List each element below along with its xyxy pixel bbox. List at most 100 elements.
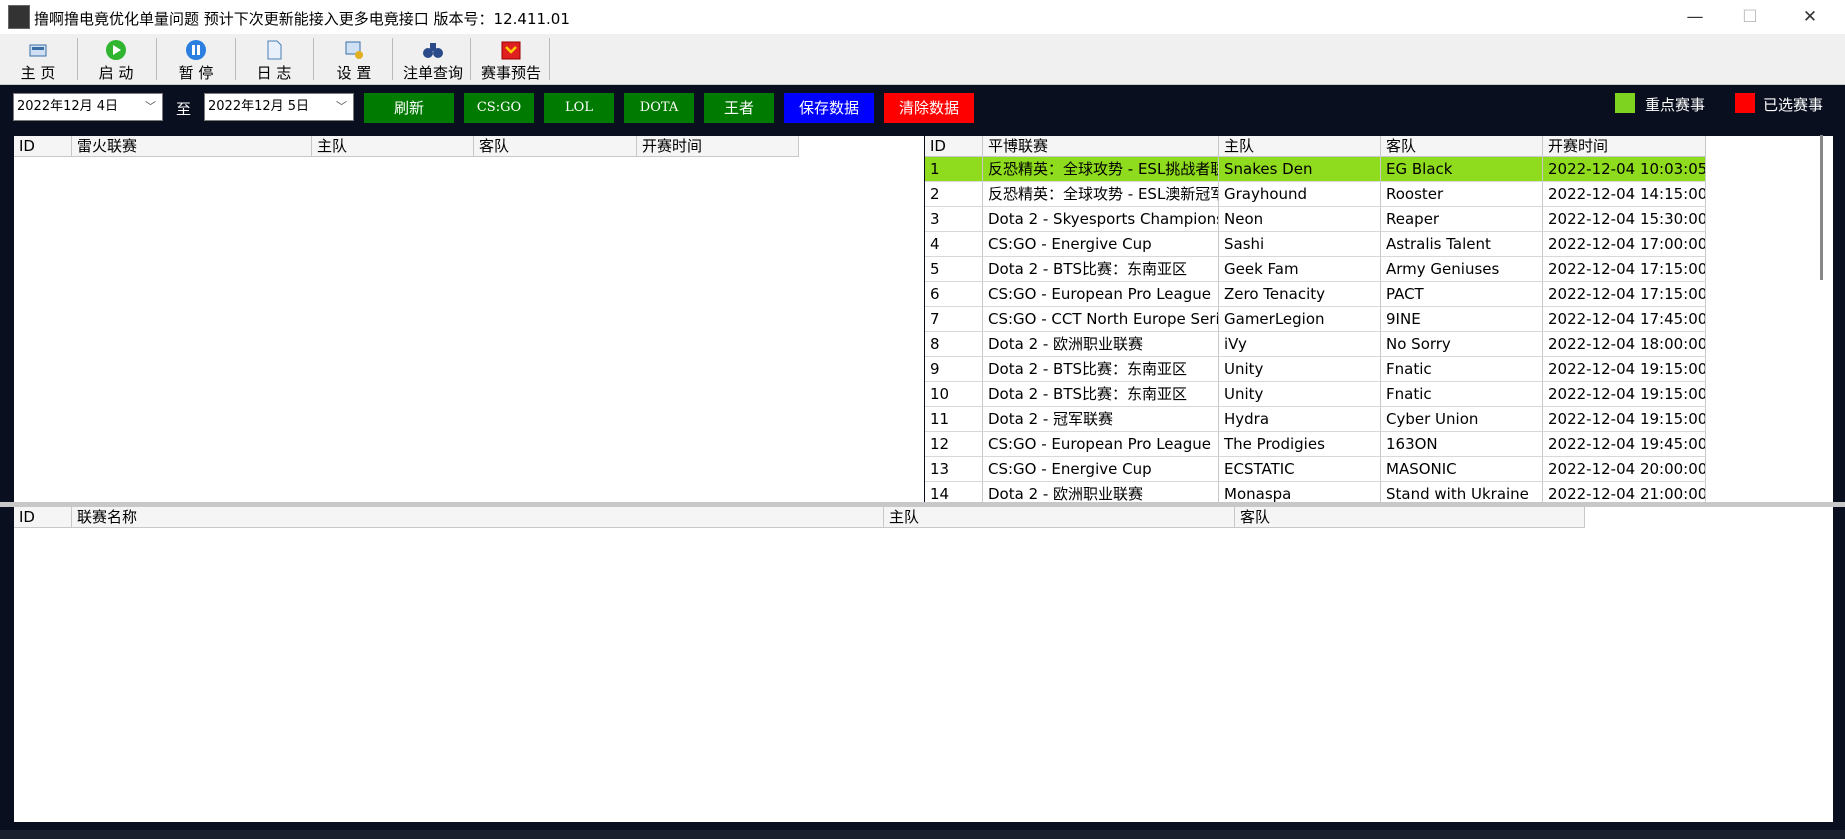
cell-league: 反恐精英：全球攻势 - ESL澳新冠军 [983, 182, 1219, 207]
column-header[interactable]: 主队 [312, 136, 474, 157]
csgo-filter-button[interactable]: CS:GO [464, 93, 534, 123]
cell-start-time: 2022-12-04 10:03:05 [1543, 157, 1706, 182]
log-button[interactable]: 日 志 [238, 36, 310, 82]
cell-away: MASONIC [1381, 457, 1543, 482]
league-table: ID 联赛名称 主队 客队 [14, 507, 1833, 822]
document-icon [267, 40, 282, 60]
toolbar-separator [392, 38, 393, 80]
table-row[interactable]: 8 Dota 2 - 欧洲职业联赛 iVy No Sorry 2022-12-04 18… [925, 332, 1706, 357]
column-header[interactable]: 联赛名称 [72, 507, 884, 528]
cell-home: iVy [1219, 332, 1381, 357]
table-row[interactable]: 10 Dota 2 - BTS比赛：东南亚区 Unity Fnatic 2022-12-… [925, 382, 1706, 407]
table-row[interactable]: 13 CS:GO - Energive Cup ECSTATIC MASONIC 202… [925, 457, 1706, 482]
refresh-button[interactable]: 刷新 [364, 93, 454, 123]
cell-away: 163ON [1381, 432, 1543, 457]
table-row[interactable]: 1 反恐精英：全球攻势 - ESL挑战者联 Snakes Den EG Black 20… [925, 157, 1706, 182]
column-header[interactable]: 客队 [1235, 507, 1585, 528]
cell-league: Dota 2 - 冠军联赛 [983, 407, 1219, 432]
date-from-picker[interactable]: 2022年12月 4日 ﹀ [13, 93, 163, 121]
cell-home: Snakes Den [1219, 157, 1381, 182]
lol-filter-button[interactable]: LOL [544, 93, 614, 123]
cell-home: Grayhound [1219, 182, 1381, 207]
preview-button[interactable]: 赛事预告 [475, 36, 547, 82]
cell-league: Dota 2 - 欧洲职业联赛 [983, 482, 1219, 502]
key-event-label: 重点赛事 [1645, 96, 1706, 114]
cell-id: 7 [925, 307, 983, 332]
table-row[interactable]: 6 CS:GO - European Pro League Zero Tenacit… [925, 282, 1706, 307]
table-row[interactable]: 2 反恐精英：全球攻势 - ESL澳新冠军 Grayhound Rooster 2022… [925, 182, 1706, 207]
cell-league: Dota 2 - Skyesports Champions [983, 207, 1219, 232]
table-row[interactable]: 4 CS:GO - Energive Cup Sashi Astralis Talen… [925, 232, 1706, 257]
home-button[interactable]: 主 页 [2, 36, 74, 82]
cell-id: 12 [925, 432, 983, 457]
vertical-scrollbar[interactable] [1820, 135, 1823, 280]
pinbo-table: ID 平博联赛 主队 客队 开赛时间 1 反恐精英：全球攻势 - ESL挑战者联 S… [925, 136, 1833, 502]
cell-start-time: 2022-12-04 17:15:00 [1543, 282, 1706, 307]
toolbar-separator [156, 38, 157, 80]
cell-league: Dota 2 - 欧洲职业联赛 [983, 332, 1219, 357]
table-row[interactable]: 11 Dota 2 - 冠军联赛 Hydra Cyber Union 2022-12-0… [925, 407, 1706, 432]
table-row[interactable]: 9 Dota 2 - BTS比赛：东南亚区 Unity Fnatic 2022-12-0… [925, 357, 1706, 382]
minimize-button[interactable]: — [1665, 0, 1725, 34]
calendar-icon [501, 41, 521, 60]
cell-home: Unity [1219, 382, 1381, 407]
column-header[interactable]: ID [925, 136, 983, 157]
cell-id: 8 [925, 332, 983, 357]
title-bar: 撸啊撸电竟优化单量问题 预计下次更新能接入更多电竟接口 版本号：12.411.0… [0, 0, 1845, 34]
cell-away: PACT [1381, 282, 1543, 307]
column-header[interactable]: ID [14, 136, 72, 157]
dota-filter-button[interactable]: DOTA [624, 93, 694, 123]
cell-start-time: 2022-12-04 19:15:00 [1543, 407, 1706, 432]
pause-icon [186, 40, 206, 60]
cell-away: Rooster [1381, 182, 1543, 207]
cell-league: CS:GO - Energive Cup [983, 457, 1219, 482]
cell-league: CS:GO - CCT North Europe Seri [983, 307, 1219, 332]
column-header[interactable]: 开赛时间 [637, 136, 799, 157]
window-title: 撸啊撸电竟优化单量问题 预计下次更新能接入更多电竟接口 版本号：12.411.0… [34, 10, 570, 28]
chevron-down-icon: ﹀ [336, 100, 347, 113]
cell-away: Fnatic [1381, 382, 1543, 407]
cell-home: The Prodigies [1219, 432, 1381, 457]
cell-start-time: 2022-12-04 20:00:00 [1543, 457, 1706, 482]
cell-away: 9INE [1381, 307, 1543, 332]
settings-button[interactable]: 设 置 [318, 36, 390, 82]
cell-id: 14 [925, 482, 983, 502]
cell-start-time: 2022-12-04 17:45:00 [1543, 307, 1706, 332]
cell-away: Fnatic [1381, 357, 1543, 382]
chevron-down-icon: ﹀ [145, 100, 156, 113]
cell-league: Dota 2 - BTS比赛：东南亚区 [983, 257, 1219, 282]
column-header[interactable]: 平博联赛 [983, 136, 1219, 157]
column-header[interactable]: 开赛时间 [1543, 136, 1706, 157]
cell-league: Dota 2 - BTS比赛：东南亚区 [983, 382, 1219, 407]
home-icon [29, 44, 47, 57]
column-header[interactable]: 主队 [1219, 136, 1381, 157]
column-header[interactable]: 客队 [474, 136, 637, 157]
save-data-button[interactable]: 保存数据 [784, 93, 874, 123]
close-button[interactable]: ✕ [1780, 0, 1840, 34]
wangzhe-filter-button[interactable]: 王者 [704, 93, 774, 123]
cell-start-time: 2022-12-04 15:30:00 [1543, 207, 1706, 232]
cell-home: Geek Fam [1219, 257, 1381, 282]
cell-home: Neon [1219, 207, 1381, 232]
order-query-button[interactable]: 注单查询 [397, 36, 469, 82]
table-row[interactable]: 12 CS:GO - European Pro League The Prodigi… [925, 432, 1706, 457]
pause-button[interactable]: 暂 停 [160, 36, 232, 82]
start-button[interactable]: 启 动 [80, 36, 152, 82]
table-row[interactable]: 14 Dota 2 - 欧洲职业联赛 Monaspa Stand with Ukrai… [925, 482, 1706, 502]
toolbar: 主 页 启 动 暂 停 日 志 设 置 注单查询 赛事预告 [0, 34, 1845, 85]
maximize-button[interactable]: ☐ [1720, 0, 1780, 34]
key-event-swatch [1615, 93, 1635, 113]
toolbar-separator [235, 38, 236, 80]
column-header[interactable]: 客队 [1381, 136, 1543, 157]
column-header[interactable]: ID [14, 507, 72, 528]
binoculars-icon [423, 43, 443, 58]
table-row[interactable]: 5 Dota 2 - BTS比赛：东南亚区 Geek Fam Army Geniuse… [925, 257, 1706, 282]
cell-away: No Sorry [1381, 332, 1543, 357]
cell-start-time: 2022-12-04 19:15:00 [1543, 357, 1706, 382]
clear-data-button[interactable]: 清除数据 [884, 93, 974, 123]
date-to-picker[interactable]: 2022年12月 5日 ﹀ [204, 93, 354, 121]
column-header[interactable]: 主队 [884, 507, 1235, 528]
table-row[interactable]: 3 Dota 2 - Skyesports Champions Neon Reaper… [925, 207, 1706, 232]
column-header[interactable]: 雷火联赛 [72, 136, 312, 157]
table-row[interactable]: 7 CS:GO - CCT North Europe Seri GamerLegio… [925, 307, 1706, 332]
